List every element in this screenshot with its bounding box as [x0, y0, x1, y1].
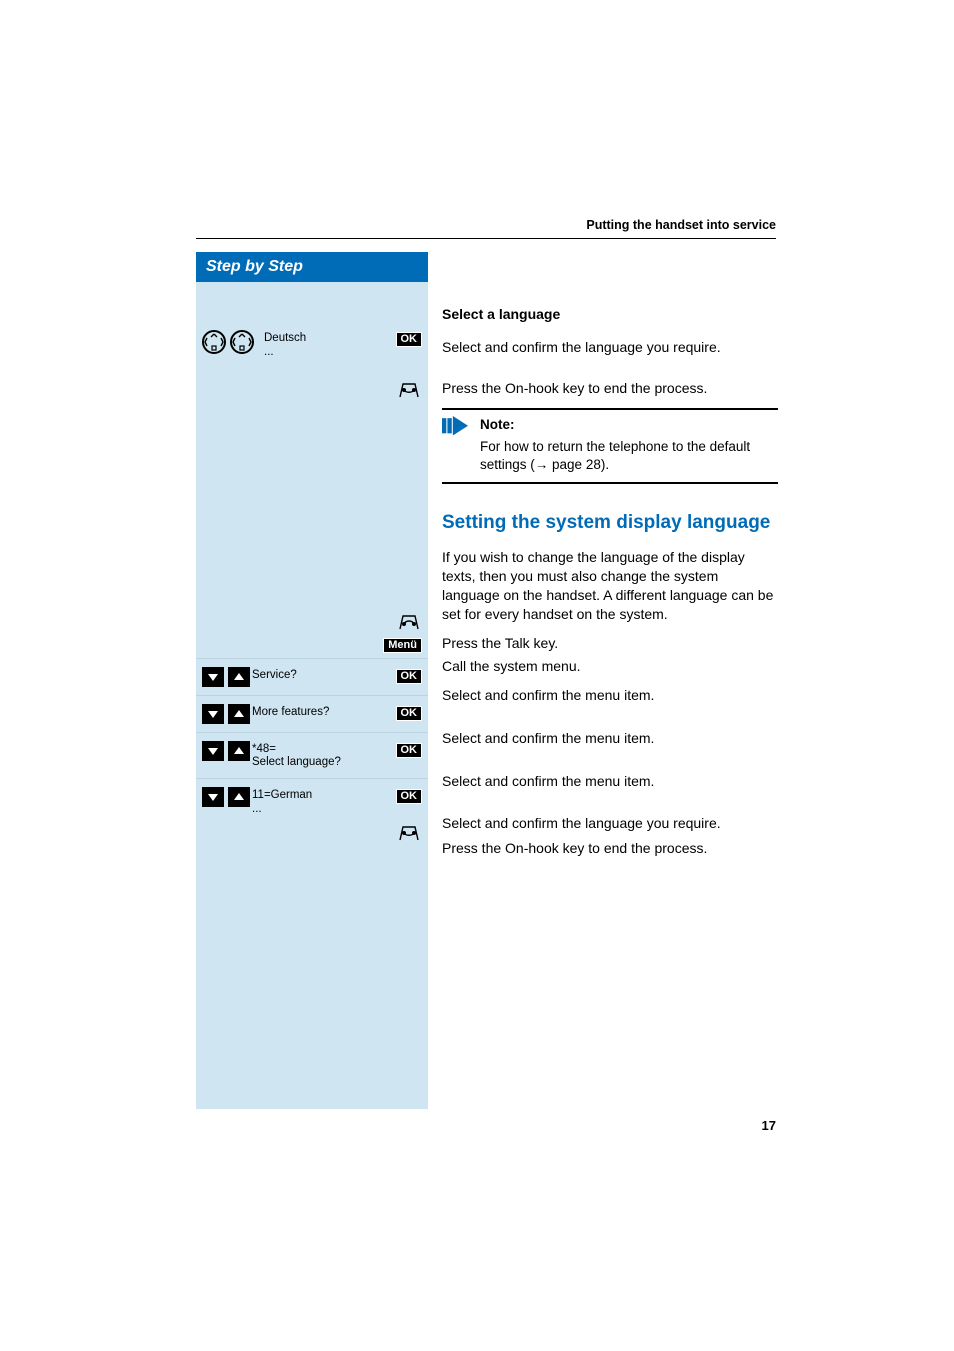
ok-button[interactable]: OK [396, 743, 423, 758]
up-arrow-icon [228, 741, 250, 761]
section-heading-system-language: Setting the system display language [442, 512, 778, 534]
menu-option-deutsch: Deutsch ... [264, 330, 396, 360]
subheading-select-language: Select a language [442, 306, 778, 322]
on-hook-key-icon [396, 380, 422, 400]
instruction-text: Select and confirm the menu item. [442, 686, 778, 705]
instruction-text: Press the Talk key. [442, 634, 778, 653]
note-body: For how to return the telephone to the d… [480, 439, 750, 472]
down-arrow-icon [202, 704, 224, 724]
intro-paragraph: If you wish to change the language of th… [442, 548, 778, 624]
step-sidebar: Deutsch ... OK Menü [196, 282, 428, 1109]
down-arrow-icon [202, 667, 224, 687]
menu-button[interactable]: Menü [383, 638, 422, 653]
menu-option-select-language: *48= Select language? [252, 741, 396, 771]
up-arrow-icon [228, 704, 250, 724]
running-header: Putting the handset into service [196, 218, 776, 239]
menu-option-service: Service? [252, 667, 396, 683]
sidebar-title: Step by Step [196, 252, 428, 282]
nav-control-icon [202, 330, 226, 354]
ok-button[interactable]: OK [396, 706, 423, 721]
ok-button[interactable]: OK [396, 332, 423, 347]
page-number: 17 [762, 1118, 776, 1133]
on-hook-key-icon [396, 823, 422, 843]
nav-control-icon [230, 330, 254, 354]
ok-button[interactable]: OK [396, 669, 423, 684]
instruction-text: Press the On-hook key to end the process… [442, 379, 778, 398]
note-box: Note: For how to return the telephone to… [442, 408, 778, 485]
instruction-text: Call the system menu. [442, 657, 778, 676]
menu-option-more-features: More features? [252, 704, 396, 720]
note-pointer-icon [442, 416, 468, 436]
ok-button[interactable]: OK [396, 789, 423, 804]
instruction-text: Select and confirm the menu item. [442, 772, 778, 791]
instruction-text: Select and confirm the menu item. [442, 729, 778, 748]
up-arrow-icon [228, 787, 250, 807]
menu-option-german: 11=German ... [252, 787, 396, 817]
down-arrow-icon [202, 787, 224, 807]
page-layout: Step by Step Deutsch ... OK [196, 252, 778, 1109]
instruction-text: Press the On-hook key to end the process… [442, 839, 778, 858]
down-arrow-icon [202, 741, 224, 761]
up-arrow-icon [228, 667, 250, 687]
note-title: Note: [480, 416, 778, 434]
instruction-text: Select and confirm the language you requ… [442, 814, 778, 833]
instruction-text: Select and confirm the language you requ… [442, 332, 778, 357]
content-column: Select a language Select and confirm the… [428, 282, 778, 1109]
talk-key-icon [396, 612, 422, 632]
